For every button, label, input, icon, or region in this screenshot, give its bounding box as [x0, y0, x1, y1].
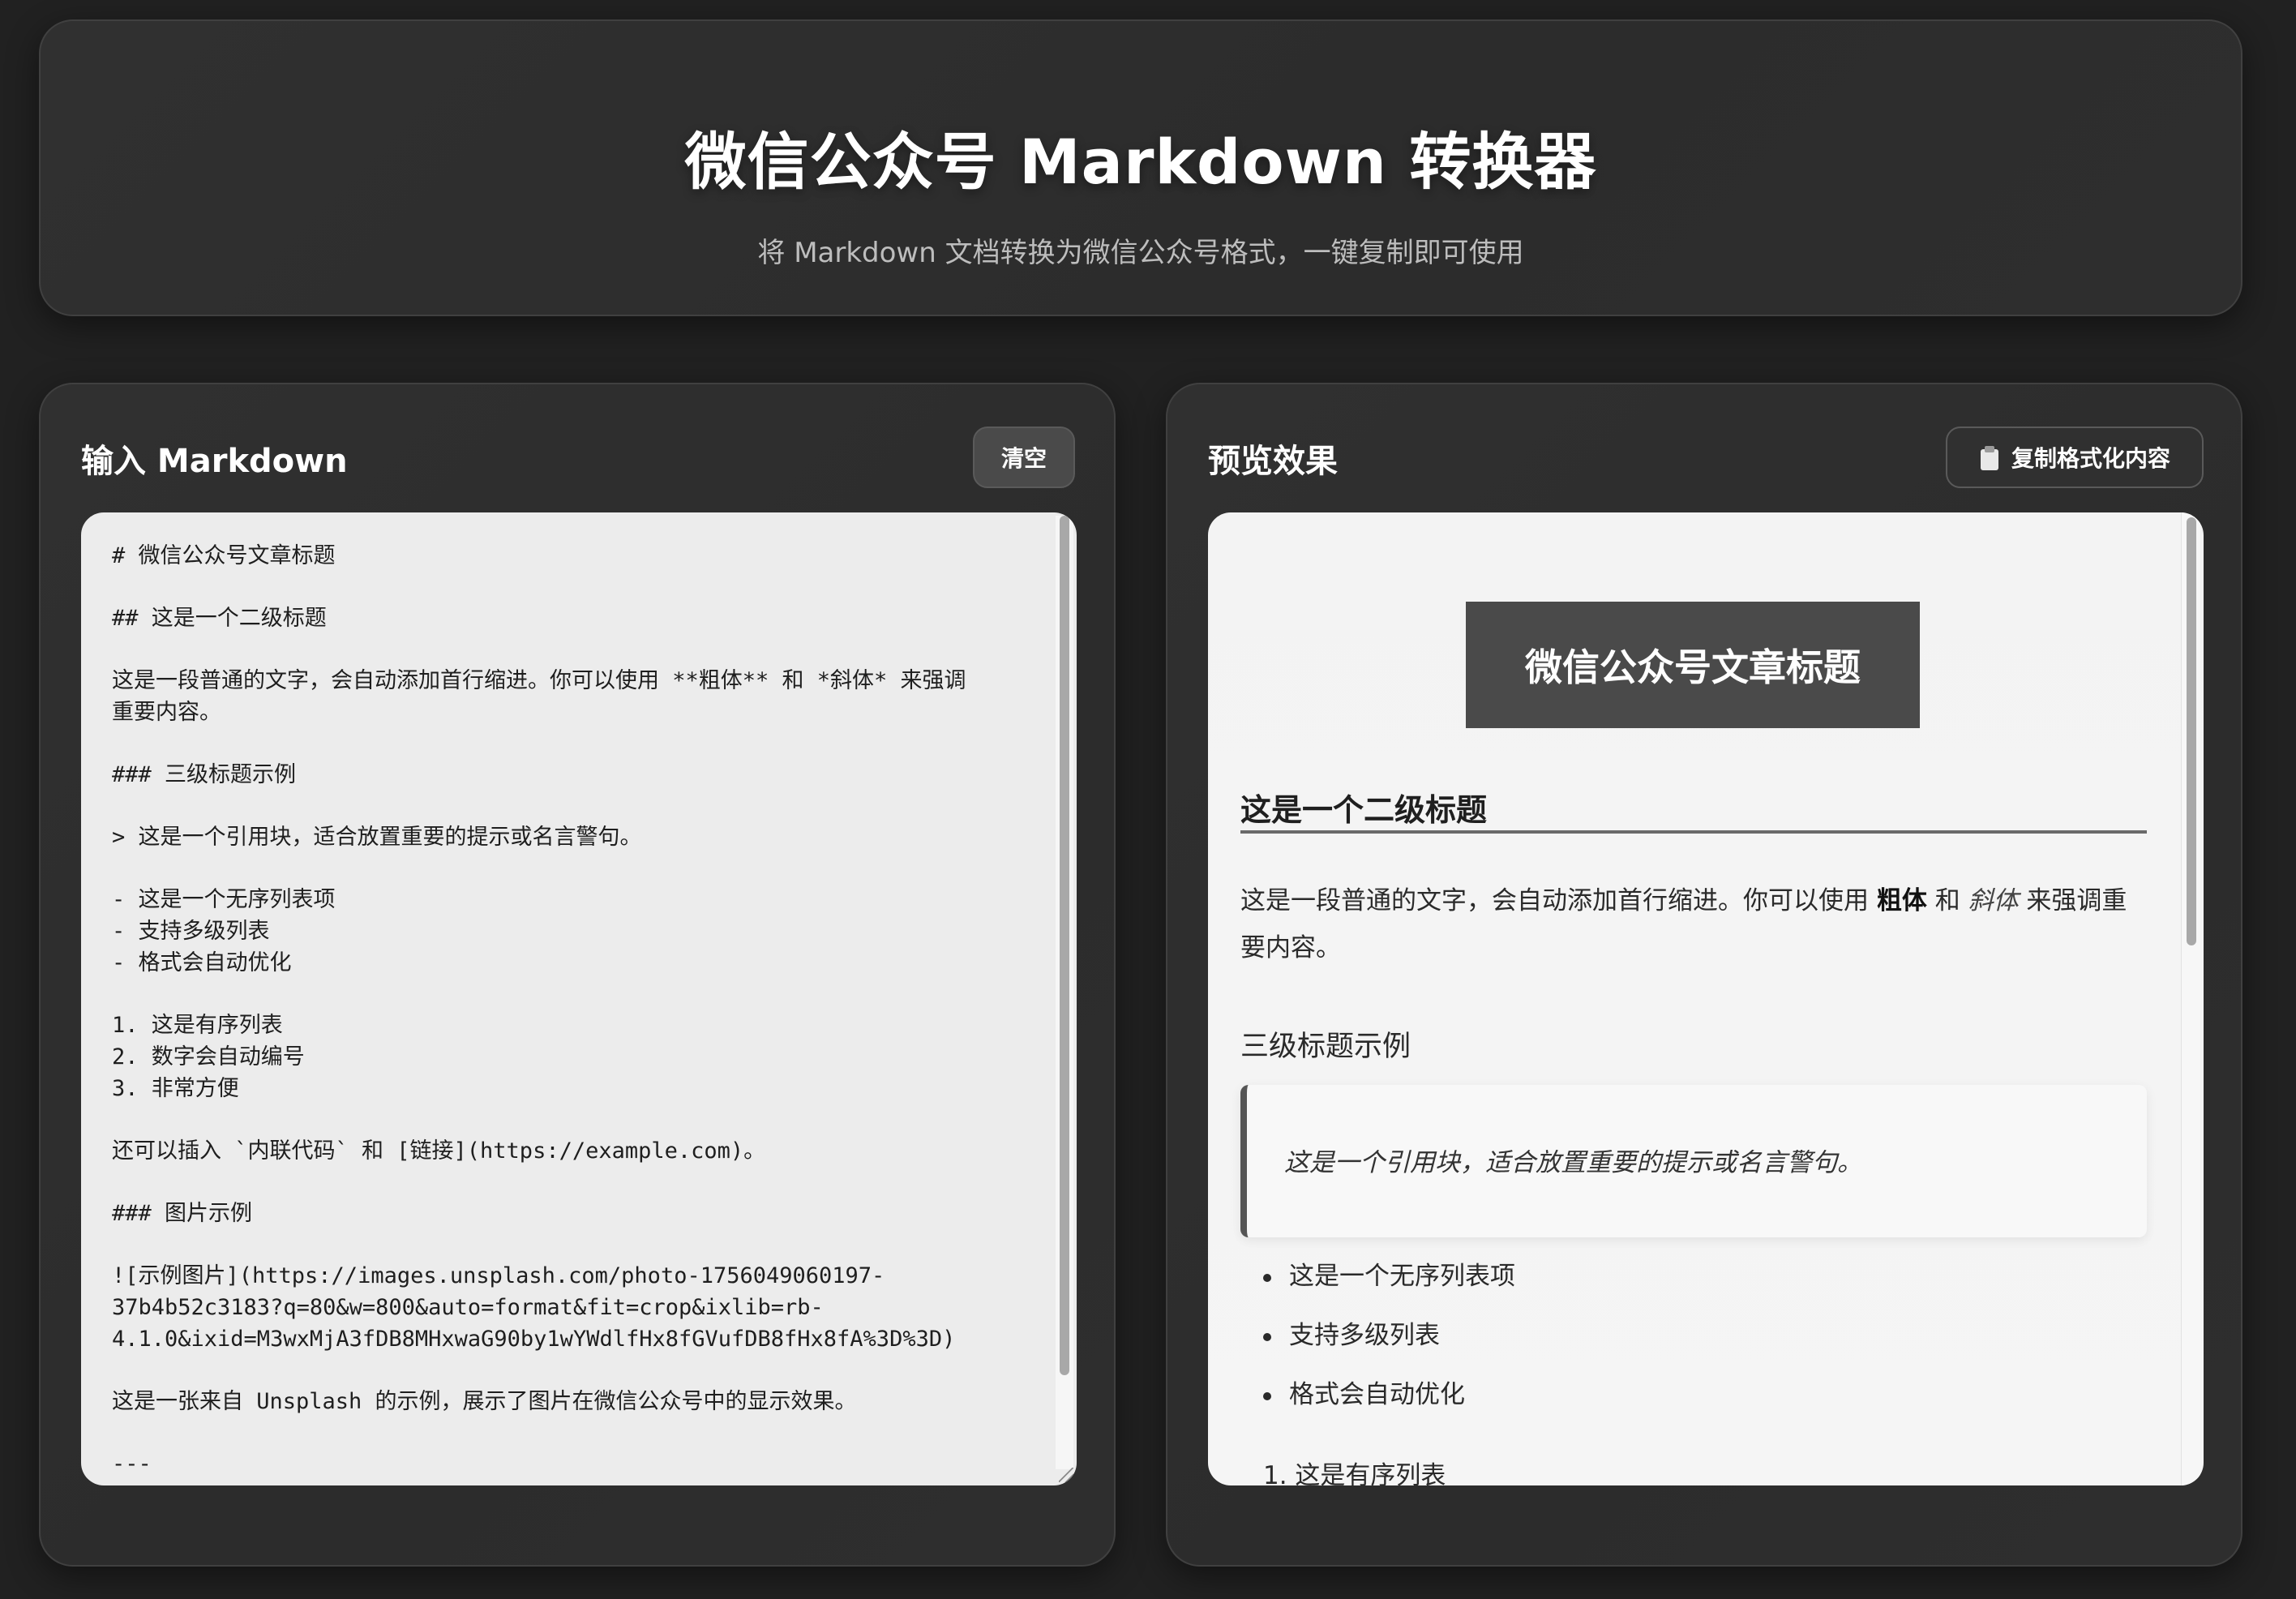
preview-blockquote: 这是一个引用块，适合放置重要的提示或名言警句。 — [1240, 1085, 2147, 1237]
list-item: 这是一个无序列表项 — [1263, 1258, 1515, 1318]
clipboard-icon — [1979, 444, 2000, 470]
preview-h2: 这是一个二级标题 — [1240, 785, 2147, 834]
preview-ordered-list-item: 1. 这是有序列表 — [1263, 1461, 1446, 1485]
markdown-textarea[interactable]: # 微信公众号文章标题 ## 这是一个二级标题这是一段普通的文字，会自动添加首行缩… — [81, 512, 1077, 1485]
markdown-line: > 这是一个引用块，适合放置重要的提示或名言警句。 — [112, 825, 642, 850]
markdown-line: 3. 非常方便 — [112, 1076, 239, 1101]
markdown-line: 重要内容。 — [112, 700, 221, 725]
markdown-line: - 格式会自动优化 — [112, 950, 292, 975]
markdown-line: ## 这是一个二级标题 — [112, 606, 327, 631]
para-text-start: 这是一段普通的文字，会自动添加首行缩进。你可以使用 — [1240, 886, 1877, 915]
preview-h1: 微信公众号文章标题 — [1466, 602, 1920, 728]
input-panel: 输入 Markdown 清空 # 微信公众号文章标题 ## 这是一个二级标题这是一… — [39, 383, 1116, 1567]
markdown-line: - 支持多级列表 — [112, 919, 270, 944]
resize-handle-icon[interactable] — [1059, 1468, 1073, 1482]
preview-scrollbar-thumb[interactable] — [2187, 517, 2196, 945]
editor-scrollbar[interactable] — [1056, 516, 1073, 1469]
para-bold: 粗体 — [1876, 886, 1927, 915]
markdown-line: ![示例图片](https://images.unsplash.com/phot… — [112, 1263, 885, 1288]
clear-button[interactable]: 清空 — [973, 427, 1075, 488]
markdown-line: --- — [112, 1451, 152, 1477]
list-item: 格式会自动优化 — [1263, 1377, 1515, 1436]
page-title: 微信公众号 Markdown 转换器 — [684, 126, 1597, 198]
input-panel-title: 输入 Markdown — [81, 443, 348, 480]
markdown-line: ### 三级标题示例 — [112, 762, 297, 787]
markdown-line: 2. 数字会自动编号 — [112, 1044, 305, 1070]
header-card: 微信公众号 Markdown 转换器 将 Markdown 文档转换为微信公众号… — [39, 19, 2242, 316]
list-item: 支持多级列表 — [1263, 1318, 1515, 1377]
markdown-line: 1. 这是有序列表 — [112, 1013, 283, 1038]
copy-formatted-label: 复制格式化内容 — [2011, 445, 2170, 472]
preview-unordered-list: 这是一个无序列表项 支持多级列表 格式会自动优化 — [1263, 1258, 1515, 1436]
preview-h3: 三级标题示例 — [1240, 1031, 1411, 1063]
markdown-line: 37b4b52c3183?q=80&w=800&auto=format&fit=… — [112, 1295, 824, 1320]
markdown-line: ### 图片示例 — [112, 1201, 253, 1226]
markdown-line: 4.1.0&ixid=M3wxMjA3fDB8MHxwaG90by1wYWdlf… — [112, 1327, 956, 1352]
para-text-and: 和 — [1926, 886, 1968, 915]
para-italic: 斜体 — [1968, 886, 2019, 915]
blockquote-text: 这是一个引用块，适合放置重要的提示或名言警句。 — [1284, 1148, 1862, 1177]
copy-formatted-button[interactable]: 复制格式化内容 — [1946, 427, 2204, 488]
preview-panel: 预览效果 复制格式化内容 微信公众号文章标题 这是一个二级标题 这是一段普通的文… — [1166, 383, 2242, 1567]
preview-paragraph: 这是一段普通的文字，会自动添加首行缩进。你可以使用 粗体 和 斜体 来强调重要内… — [1240, 877, 2147, 971]
preview-area: 微信公众号文章标题 这是一个二级标题 这是一段普通的文字，会自动添加首行缩进。你… — [1208, 512, 2204, 1485]
markdown-line: 这是一段普通的文字，会自动添加首行缩进。你可以使用 **粗体** 和 *斜体* … — [112, 668, 966, 693]
markdown-line: 这是一张来自 Unsplash 的示例，展示了图片在微信公众号中的显示效果。 — [112, 1389, 857, 1414]
editor-scrollbar-thumb[interactable] — [1060, 516, 1069, 1375]
markdown-line: 还可以插入 `内联代码` 和 [链接](https://example.com)… — [112, 1138, 766, 1164]
markdown-content: # 微信公众号文章标题 ## 这是一个二级标题这是一段普通的文字，会自动添加首行缩… — [112, 540, 1028, 1480]
markdown-line: # 微信公众号文章标题 — [112, 543, 336, 568]
markdown-line: - 这是一个无序列表项 — [112, 887, 336, 912]
preview-panel-title: 预览效果 — [1208, 443, 1338, 480]
preview-scrollbar[interactable] — [2181, 512, 2200, 1485]
page-subtitle: 将 Markdown 文档转换为微信公众号格式，一键复制即可使用 — [757, 237, 1524, 269]
